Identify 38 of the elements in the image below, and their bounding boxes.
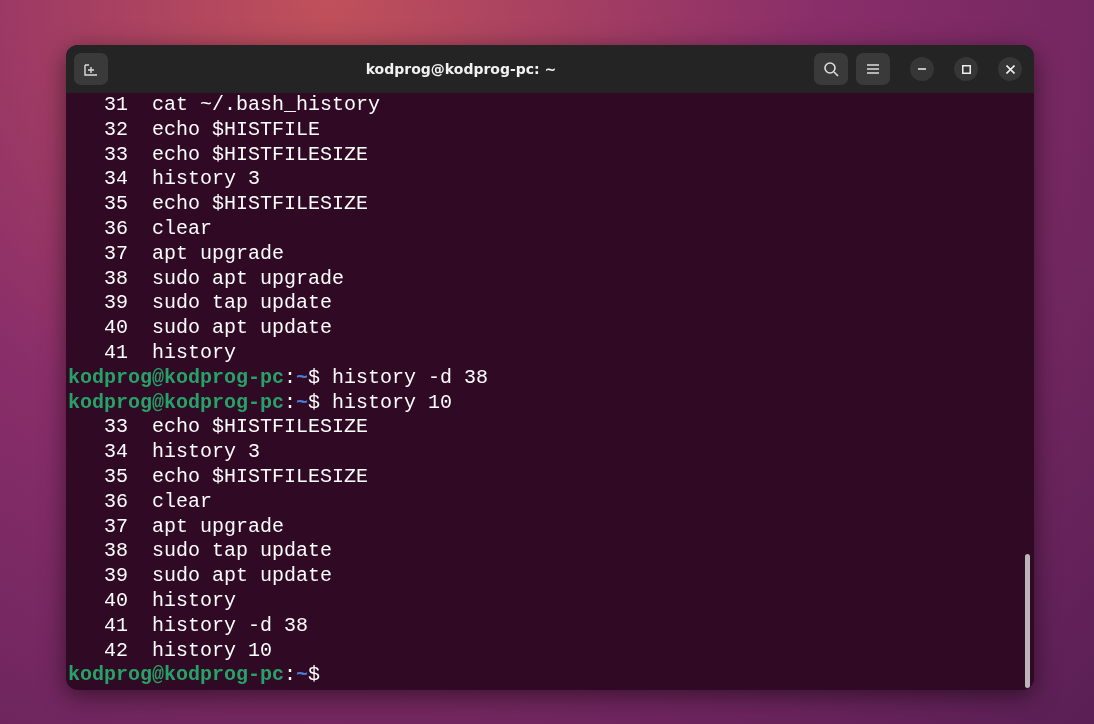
- terminal-line: 39 sudo apt update: [103, 564, 334, 589]
- window-title: kodprog@kodprog-pc: ~: [364, 61, 558, 77]
- terminal-line: 36 clear: [103, 489, 214, 515]
- prompt-line: kodprog@kodprog-pc:~$: [68, 663, 322, 689]
- terminal-line: 38 sudo apt upgrade: [103, 266, 346, 292]
- terminal-line: 41 history -d 38: [103, 613, 310, 639]
- terminal-line: 33 echo $HISTFILESIZE: [103, 415, 370, 441]
- maximize-button[interactable]: [954, 57, 978, 81]
- terminal-line: 36 clear: [103, 217, 214, 242]
- terminal-line: 40 history: [103, 588, 238, 614]
- terminal-line: 31 cat ~/.bash_history: [103, 93, 382, 118]
- search-icon: [823, 61, 839, 77]
- terminal-line: 41 history: [103, 340, 238, 366]
- menu-icon: [867, 64, 879, 74]
- prompt-line: kodprog@kodprog-pc:~$ history 10: [68, 390, 454, 416]
- terminal-line: 37 apt upgrade: [103, 514, 286, 540]
- terminal-line: 38 sudo tap update: [103, 539, 334, 565]
- terminal-line: 37 apt upgrade: [103, 241, 286, 267]
- close-button[interactable]: [998, 57, 1022, 81]
- scrollbar[interactable]: [1025, 554, 1030, 688]
- close-icon: [1005, 64, 1015, 74]
- new-tab-button[interactable]: [74, 53, 108, 85]
- terminal-line: 40 sudo apt update: [103, 316, 334, 341]
- terminal-line: 34 history 3: [103, 167, 262, 193]
- menu-button[interactable]: [856, 53, 890, 85]
- minimize-button[interactable]: [910, 57, 934, 81]
- maximize-icon: [961, 64, 971, 74]
- prompt-line: kodprog@kodprog-pc:~$ history -d 38: [68, 365, 490, 391]
- terminal-line: 35 echo $HISTFILESIZE: [103, 192, 370, 217]
- search-button[interactable]: [814, 53, 848, 85]
- terminal-line: 42 history 10: [103, 638, 274, 664]
- new-tab-icon: [84, 62, 98, 76]
- terminal-line: 32 echo $HISTFILE: [103, 117, 322, 143]
- terminal-line: 35 echo $HISTFILESIZE: [103, 464, 370, 490]
- terminal-line: 34 history 3: [103, 440, 262, 465]
- minimize-icon: [918, 68, 926, 70]
- terminal-line: 39 sudo tap update: [103, 291, 334, 317]
- terminal-line: 33 echo $HISTFILESIZE: [103, 142, 370, 168]
